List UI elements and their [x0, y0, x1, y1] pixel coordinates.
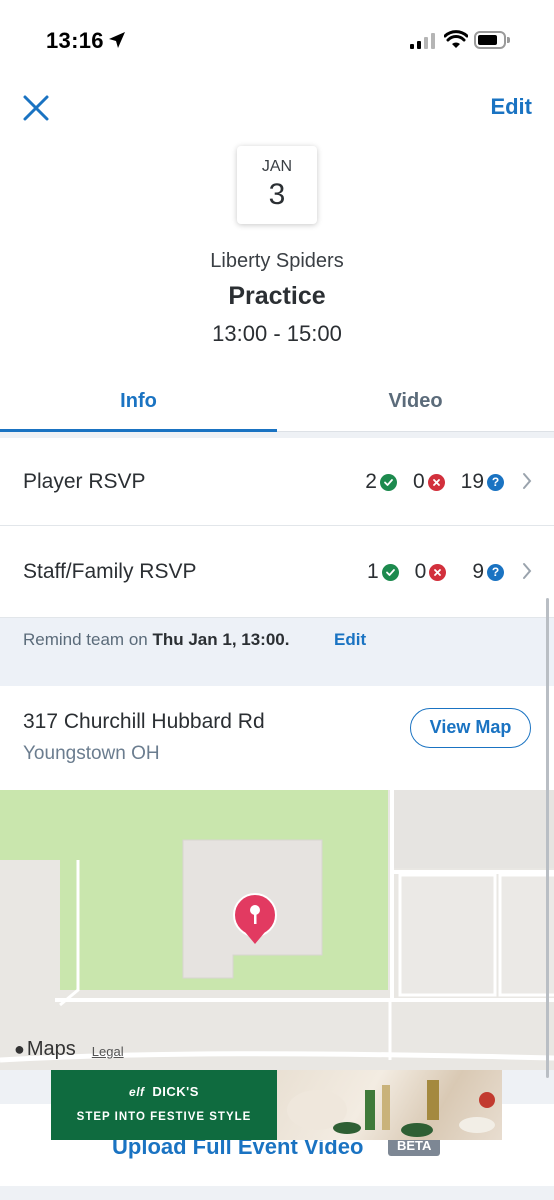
staff-rsvp-counts: 1 0 9 ?: [353, 560, 504, 584]
ad-logo-text: elf: [129, 1085, 145, 1099]
player-yes-count: 2: [365, 470, 377, 493]
view-map-button[interactable]: View Map: [410, 708, 531, 748]
map-canvas: [0, 790, 554, 1070]
question-icon: ?: [487, 473, 504, 491]
date-day: 3: [268, 178, 286, 211]
check-icon: [379, 473, 397, 491]
remind-text: Remind team on Thu Jan 1, 13:00.: [23, 630, 289, 650]
check-icon: [381, 563, 399, 581]
chevron-right-icon: [523, 473, 532, 489]
remind-bar: Remind team on Thu Jan 1, 13:00. Edit: [0, 618, 554, 686]
tab-bar: Info Video: [0, 374, 554, 432]
player-no-count: 0: [412, 470, 425, 493]
ad-brand: DICK'S: [152, 1084, 199, 1099]
player-rsvp-label: Player RSVP: [23, 470, 146, 493]
edit-button[interactable]: Edit: [490, 94, 532, 120]
close-icon[interactable]: [20, 92, 52, 124]
location-section: 317 Churchill Hubbard Rd Youngstown OH V…: [0, 686, 554, 790]
map-view[interactable]: ● Maps Legal: [0, 790, 554, 1070]
maps-legal-link[interactable]: Legal: [92, 1044, 124, 1059]
status-time: 13:16: [46, 28, 104, 53]
player-rsvp-counts: 2 0 19 ?: [351, 470, 504, 494]
apple-icon: ●: [14, 1039, 25, 1059]
ad-brand-panel: elf DICK'S STEP INTO FESTIVE STYLE: [51, 1070, 277, 1140]
ad-photo: [287, 1080, 495, 1137]
staff-maybe-count: 9: [472, 560, 484, 583]
staff-rsvp-label: Staff/Family RSVP: [23, 560, 197, 583]
ad-logo: elf DICK'S: [51, 1084, 277, 1099]
x-icon: [427, 473, 445, 491]
address-street: 317 Churchill Hubbard Rd: [23, 710, 265, 733]
location-arrow-icon: [109, 32, 125, 48]
chevron-right-icon: [523, 563, 532, 579]
battery-icon: [474, 31, 510, 49]
date-month: JAN: [261, 158, 293, 175]
ad-banner[interactable]: elf DICK'S STEP INTO FESTIVE STYLE: [51, 1070, 502, 1140]
player-maybe-count: 19: [460, 470, 484, 493]
question-icon: ?: [487, 563, 504, 581]
player-rsvp-row[interactable]: Player RSVP 2 0 19 ?: [0, 438, 554, 526]
address-city: Youngstown OH: [23, 743, 160, 764]
ad-image: [277, 1070, 502, 1140]
staff-rsvp-row[interactable]: Staff/Family RSVP 1 0 9 ?: [0, 528, 554, 618]
remind-edit-button[interactable]: Edit: [334, 630, 366, 650]
staff-no-count: 0: [414, 560, 427, 583]
ad-tagline: STEP INTO FESTIVE STYLE: [76, 1111, 252, 1123]
event-title: Practice: [228, 282, 326, 310]
remind-prefix: Remind team on: [23, 630, 148, 649]
status-bar: 13:16: [0, 0, 554, 80]
date-card: JAN 3: [237, 146, 317, 224]
remind-datetime: Thu Jan 1, 13:00.: [152, 630, 290, 649]
event-time: 13:00 - 15:00: [212, 321, 342, 346]
maps-attribution: ● Maps Legal: [14, 1038, 124, 1061]
wifi-icon: [444, 30, 468, 48]
tab-video[interactable]: Video: [277, 390, 554, 413]
tab-info[interactable]: Info: [0, 390, 277, 413]
team-name: Liberty Spiders: [210, 250, 344, 272]
cellular-signal-icon: [410, 33, 435, 49]
nav-bar: Edit: [0, 84, 554, 132]
x-icon: [429, 563, 447, 581]
staff-yes-count: 1: [366, 560, 379, 583]
scrollbar[interactable]: [546, 598, 549, 1078]
maps-brand: Maps: [26, 1038, 76, 1060]
